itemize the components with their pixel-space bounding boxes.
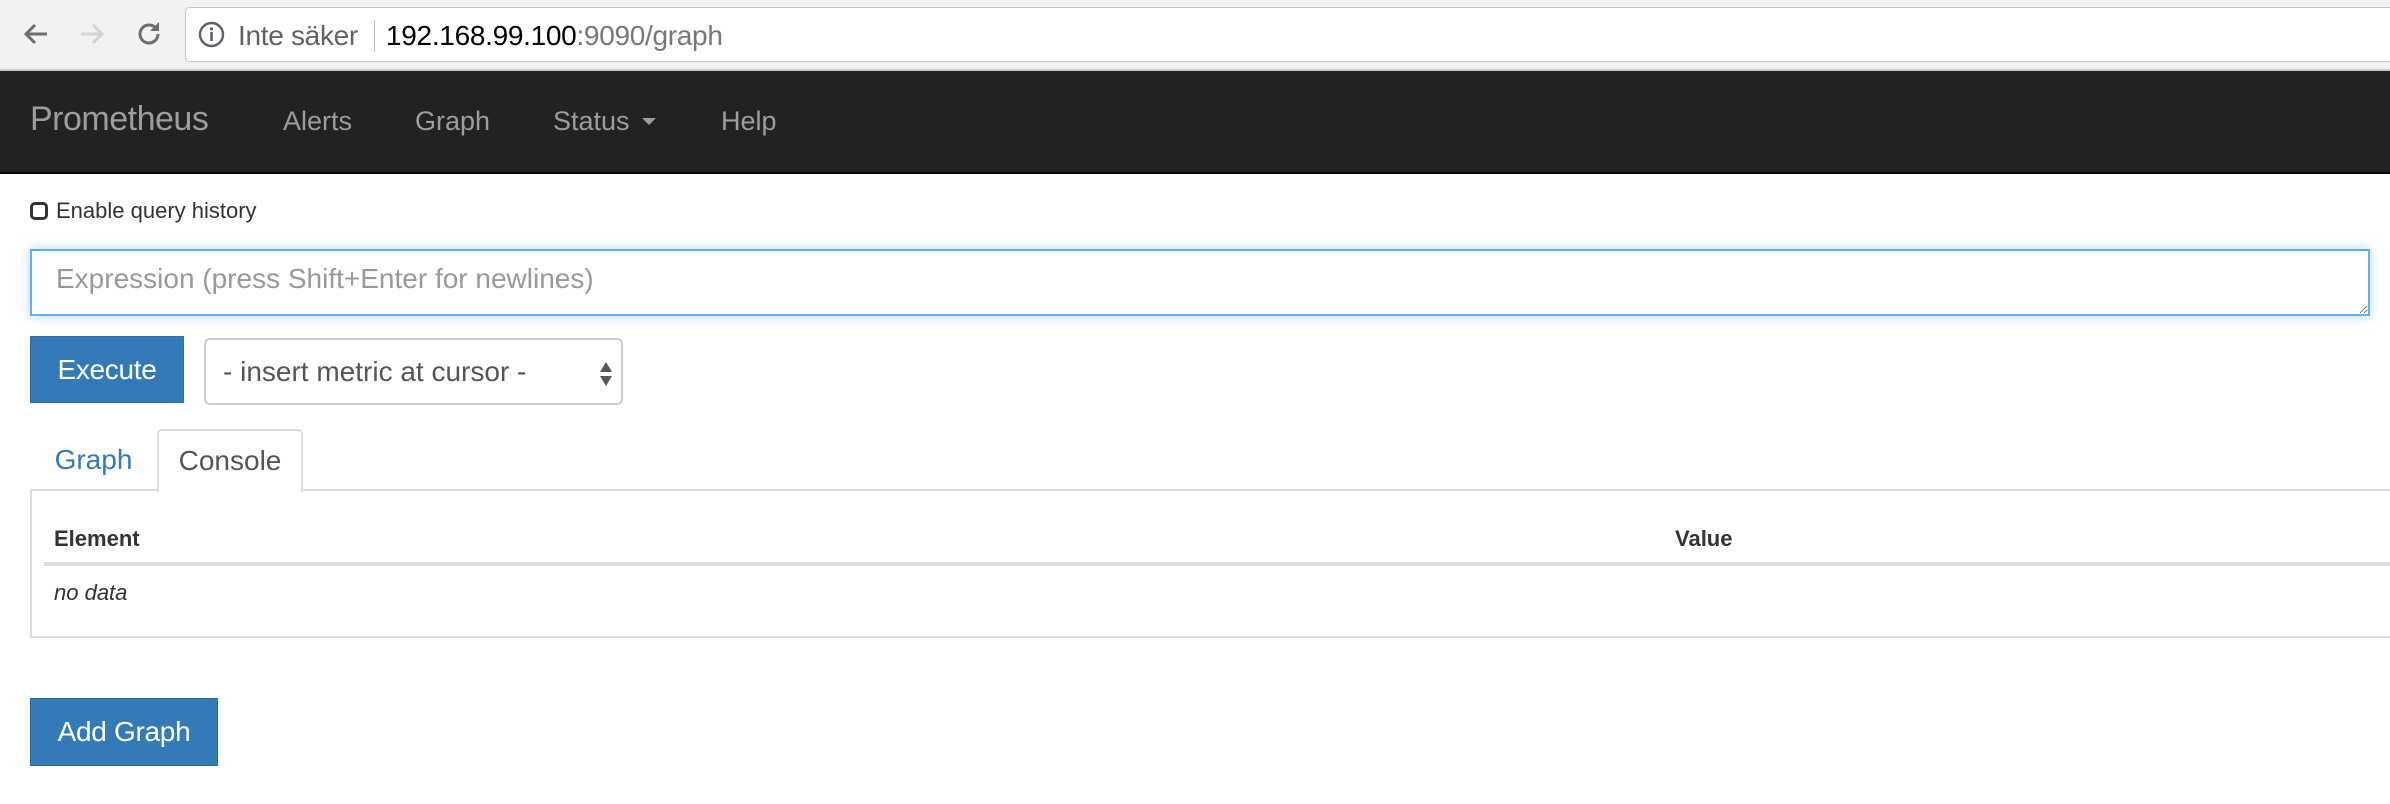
execute-button[interactable]: Execute <box>30 336 184 403</box>
brand-link[interactable]: Prometheus <box>30 100 209 139</box>
reload-icon <box>138 22 160 45</box>
insert-metric-value: - insert metric at cursor - <box>223 356 527 387</box>
url-text[interactable]: 192.168.99.100:9090/graph <box>386 20 723 52</box>
security-label: Inte säker <box>238 20 358 51</box>
address-bar[interactable]: Inte säker 192.168.99.100:9090/graph <box>185 7 2390 62</box>
browser-toolbar: Inte säker 192.168.99.100:9090/graph <box>0 0 2390 71</box>
nav-status-label: Status <box>553 106 630 136</box>
expression-input[interactable] <box>30 249 2370 316</box>
back-button[interactable] <box>20 18 52 50</box>
forward-arrow-icon <box>81 23 105 45</box>
execute-label: Execute <box>57 353 157 385</box>
forward-button[interactable] <box>76 18 108 50</box>
add-graph-label: Add Graph <box>57 716 191 747</box>
nav-alerts[interactable]: Alerts <box>283 106 352 137</box>
caret-down-icon <box>641 117 656 125</box>
insert-metric-select[interactable]: - insert metric at cursor - <box>204 338 623 405</box>
query-history-toggle[interactable]: Enable query history <box>30 198 257 223</box>
info-icon[interactable] <box>198 21 225 48</box>
add-graph-button[interactable]: Add Graph <box>30 698 218 766</box>
nav-help[interactable]: Help <box>721 106 777 137</box>
query-history-label: Enable query history <box>56 198 257 223</box>
header-divider <box>44 562 2390 566</box>
tab-graph[interactable]: Graph <box>30 429 157 491</box>
column-header-element: Element <box>54 526 140 551</box>
url-divider <box>374 20 375 52</box>
select-updown-icon <box>600 362 612 386</box>
url-path: :9090/graph <box>576 20 723 51</box>
tab-bar: Graph Console <box>30 429 2390 493</box>
no-data-text: no data <box>54 580 128 605</box>
column-header-value: Value <box>1675 526 1733 551</box>
nav-status[interactable]: Status <box>553 106 656 137</box>
back-arrow-icon <box>23 23 47 45</box>
nav-graph[interactable]: Graph <box>415 106 490 137</box>
query-history-checkbox[interactable] <box>30 202 48 220</box>
console-panel: Element Value no data <box>30 490 2390 638</box>
reload-button[interactable] <box>133 18 165 50</box>
navbar: Prometheus Alerts Graph Status Help <box>0 71 2390 174</box>
tab-console[interactable]: Console <box>157 429 303 493</box>
url-host: 192.168.99.100 <box>386 20 577 51</box>
